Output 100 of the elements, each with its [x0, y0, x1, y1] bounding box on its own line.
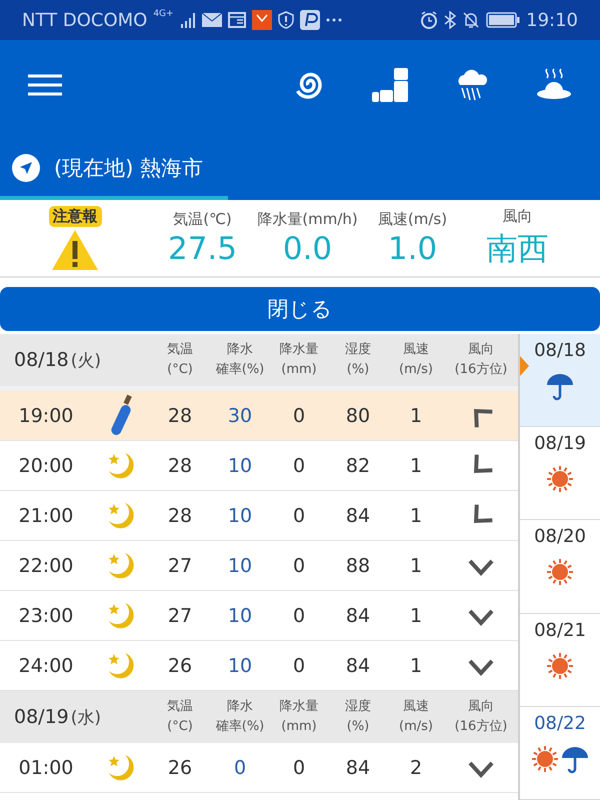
column-heading: 風向	[468, 698, 494, 716]
time-cell-text: 20:00	[18, 454, 74, 476]
time-cell-text: 24:00	[18, 654, 74, 676]
network-type: 4G+	[153, 9, 174, 19]
column-heading: (mm)	[281, 718, 317, 736]
temperature-cell-text: 28	[166, 404, 194, 426]
precipitation-cell-text: 0	[292, 756, 306, 778]
day-date: 08/18	[534, 340, 586, 361]
time-cell-text: 21:00	[18, 504, 74, 526]
column-heading: (16方位)	[454, 718, 508, 736]
column-heading: (°C)	[167, 718, 193, 736]
column-heading: (16方位)	[454, 361, 508, 379]
precipitation-chance-cell-text: 0	[232, 756, 248, 778]
muted-bell-icon	[462, 11, 480, 29]
location-tab[interactable]: (現在地) 熱海市	[0, 140, 228, 200]
sun-icon	[545, 650, 575, 681]
precipitation-cell-text: 0	[292, 554, 306, 576]
column-heading: (mm)	[281, 361, 317, 379]
column-heading: (m/s)	[399, 718, 433, 736]
temperature-cell-text: 27	[166, 604, 194, 626]
day-weekday: (水)	[70, 706, 102, 728]
navigation-icon	[12, 154, 40, 182]
warning-icon	[51, 228, 99, 270]
precipitation-chance-cell-text: 10	[226, 654, 254, 676]
more-icon	[326, 18, 342, 22]
day-date: 08/22	[534, 712, 586, 734]
humidity-cell-text: 82	[344, 454, 372, 476]
column-heading: 降水量	[280, 341, 318, 359]
precipitation-chance-cell-text: 10	[226, 554, 254, 576]
humidity-cell-text: 80	[344, 404, 372, 426]
humidity-cell-text: 84	[344, 504, 372, 526]
reading-label: 風速(m/s)	[378, 210, 448, 228]
precipitation-chance-cell-text: 30	[226, 404, 254, 426]
umbrella-icon	[545, 371, 575, 401]
pointer-icon	[520, 356, 529, 376]
wind-speed-cell-text: 1	[408, 654, 424, 676]
precipitation-chance-cell-text: 10	[226, 454, 254, 476]
wind-speed-cell-text: 1	[408, 404, 424, 426]
day-date: 08/19	[534, 433, 586, 454]
reading-label: 風向	[502, 206, 532, 226]
precipitation-cell-text: 0	[292, 504, 306, 526]
app-icon	[252, 10, 272, 30]
column-heading: (°C)	[167, 361, 193, 379]
advisory-badge: 注意報	[48, 206, 102, 226]
sun-icon	[545, 464, 575, 494]
day-tab[interactable]: 08/21	[520, 614, 600, 707]
sun-icon	[530, 744, 560, 774]
time-cell-text: 23:00	[18, 604, 74, 626]
bluetooth-icon	[444, 11, 456, 29]
precipitation-chance-cell-text: 10	[226, 604, 254, 626]
humidity-cell-text: 88	[344, 554, 372, 576]
temperature-cell-text: 27	[166, 554, 194, 576]
clock-time: 19:10	[526, 10, 578, 30]
column-heading: 風速	[403, 698, 429, 716]
reading-value: 27.5	[168, 230, 238, 266]
reading-value: 1.0	[388, 230, 438, 266]
precipitation-cell-text: 0	[292, 604, 306, 626]
wind-speed-cell-text: 1	[408, 454, 424, 476]
time-cell-text: 19:00	[18, 404, 74, 426]
menu-icon[interactable]	[28, 74, 62, 96]
day-weekday: (火)	[70, 350, 102, 372]
wind-speed-cell-text: 1	[408, 604, 424, 626]
wind-speed-cell-text: 1	[408, 504, 424, 526]
column-heading: 気温	[167, 698, 193, 716]
shield-icon	[278, 11, 294, 29]
column-heading: 気温	[167, 341, 193, 359]
column-heading: 確率(%)	[216, 718, 264, 736]
day-date: 08/20	[534, 526, 586, 548]
day-tab[interactable]: 08/18	[520, 334, 600, 428]
temperature-cell-text: 26	[166, 654, 194, 676]
wind-speed-cell-text: 1	[408, 554, 424, 576]
sun-icon	[545, 557, 575, 588]
precipitation-cell-text: 0	[292, 454, 306, 476]
humidity-cell-text: 84	[344, 654, 372, 676]
column-heading: 降水量	[280, 698, 318, 716]
column-heading: (%)	[346, 361, 370, 379]
time-cell-text: 01:00	[18, 756, 74, 778]
temperature-cell-text: 28	[166, 504, 194, 526]
calendar-icon	[228, 12, 246, 28]
precipitation-cell-text: 0	[292, 404, 306, 426]
day-date: 08/18	[14, 348, 69, 370]
app-icon	[300, 10, 320, 30]
precipitation-chance-cell-text: 10	[226, 504, 254, 526]
temperature-cell-text: 26	[166, 756, 194, 778]
alarm-icon	[420, 11, 438, 29]
time-cell-text: 22:00	[18, 554, 74, 576]
wind-speed-cell-text: 2	[408, 756, 424, 778]
reading-value: 南西	[486, 230, 548, 268]
mail-icon	[202, 13, 222, 27]
hour-row[interactable]: 19:00 28 30 0 80 1	[0, 391, 518, 441]
close-button[interactable]: 閉じる	[0, 287, 600, 331]
column-heading: 風向	[468, 341, 494, 359]
column-heading: 降水	[227, 341, 253, 359]
column-heading: 湿度	[345, 341, 371, 359]
reading-label: 降水量(mm/h)	[257, 210, 358, 228]
block-steps-icon[interactable]	[372, 68, 408, 102]
column-heading: 湿度	[345, 698, 371, 716]
column-heading: 降水	[227, 698, 253, 716]
column-heading: 確率(%)	[216, 361, 264, 379]
carrier-name: NTT DOCOMO	[22, 10, 148, 30]
